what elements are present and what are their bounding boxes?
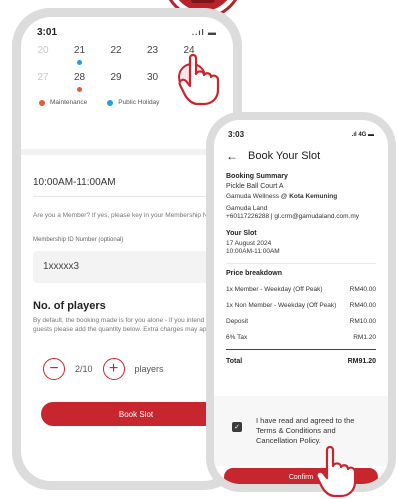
price-row: 6% Tax RM1.20 [226,334,376,341]
venue: Gamuda Wellness @ Kota Kemuning [226,193,338,200]
legend-maintenance: Maintenance [50,99,88,106]
membership-input[interactable]: 1xxxxx3 [33,251,233,283]
time-slot-value: 10:00AM-11:00AM [33,177,116,188]
players-count: 2/10 [75,364,93,374]
maintenance-legend-dot [39,99,45,106]
calendar-day[interactable]: 29 [106,72,126,83]
member-question: Are you a Member? If yes, please key in … [33,212,213,219]
price-row: 1x Non Member - Weekday (Off Peak) RM40.0… [226,302,376,309]
calendar-day[interactable]: 23 [143,45,163,56]
calendar-week-row: 20 21 22 23 24 [33,45,221,65]
calendar-day[interactable]: 20 [33,45,53,56]
calendar-day[interactable]: 24 [179,45,199,56]
agreement: ✓ I have read and agreed to the Terms & … [226,416,374,446]
maintenance-dot [76,87,82,92]
total-row: Total RM91.20 [226,349,376,365]
court-name: Pickle Ball Court A [226,183,284,190]
time-slot-dropdown[interactable]: 10:00AM-11:00AM ⌄ [33,177,228,197]
confirm-button[interactable]: Confirm [224,468,378,484]
plus-button[interactable]: + [102,358,125,380]
players-unit: players [134,364,164,374]
front-phone-frame: 3:03 .ıl 4G ▬ ← Book Your Slot Booking S… [206,112,396,492]
calendar-day[interactable]: 22 [106,45,126,56]
calendar-day[interactable]: 21 [70,45,90,65]
status-bar: 3:03 .ıl 4G ▬ [214,120,388,139]
calendar-day[interactable]: 27 [33,72,53,83]
players-stepper: − 2/10 + players [43,358,164,380]
status-bar: 3:01 ..ıl ▬ [21,17,233,38]
calendar-legend: Maintenance Public Holiday [33,99,221,106]
price-row: 1x Member - Weekday (Off Peak) RM40.00 [226,286,376,293]
status-time: 3:01 [37,27,58,38]
status-time: 3:03 [228,130,245,139]
selected-day[interactable] [178,63,206,91]
calendar-day[interactable]: 28 [70,72,90,92]
section-divider [21,149,233,155]
holiday-legend-dot [107,99,114,106]
booking-summary: Booking Summary Pickle Ball Court A Gamu… [214,173,388,365]
slot-time: 10:00AM-11:00AM [226,248,280,255]
divider [226,263,376,264]
signal-icon: ..ıl ▬ [191,28,217,37]
players-description: By default, the booking made is for you … [33,317,228,333]
back-phone-screen: 3:01 ..ıl ▬ 20 21 22 23 24 27 28 29 30 3… [21,17,233,481]
legend-public-holiday: Public Holiday [118,99,160,106]
page-title: Book Your Slot [248,150,321,162]
front-phone-screen: 3:03 .ıl 4G ▬ ← Book Your Slot Booking S… [214,120,388,484]
players-title: No. of players [33,300,106,312]
minus-button[interactable]: − [43,358,65,380]
agree-checkbox[interactable]: ✓ [232,422,242,432]
slot-date: 17 August 2024 [226,240,272,247]
contact-info: +60117226288 | gl.crm@gamudaland.com.my [226,213,360,220]
price-heading: Price breakdown [226,270,283,277]
agree-text: I have read and agreed to the Terms & Co… [256,416,355,445]
summary-heading: Booking Summary [226,173,288,180]
calendar-day[interactable]: 30 [143,72,163,83]
price-row: Deposit RM10.00 [226,318,376,325]
company-name: Gamuda Land [226,205,268,212]
page-header: ← Book Your Slot [214,139,388,167]
slot-heading: Your Slot [226,230,257,237]
membership-label: Membership ID Number (optional) [33,237,124,243]
public-holiday-dot [76,60,82,65]
back-arrow-icon[interactable]: ← [226,149,238,163]
book-slot-button[interactable]: Book Slot [41,402,231,426]
signal-icon: .ıl 4G ▬ [351,131,374,138]
